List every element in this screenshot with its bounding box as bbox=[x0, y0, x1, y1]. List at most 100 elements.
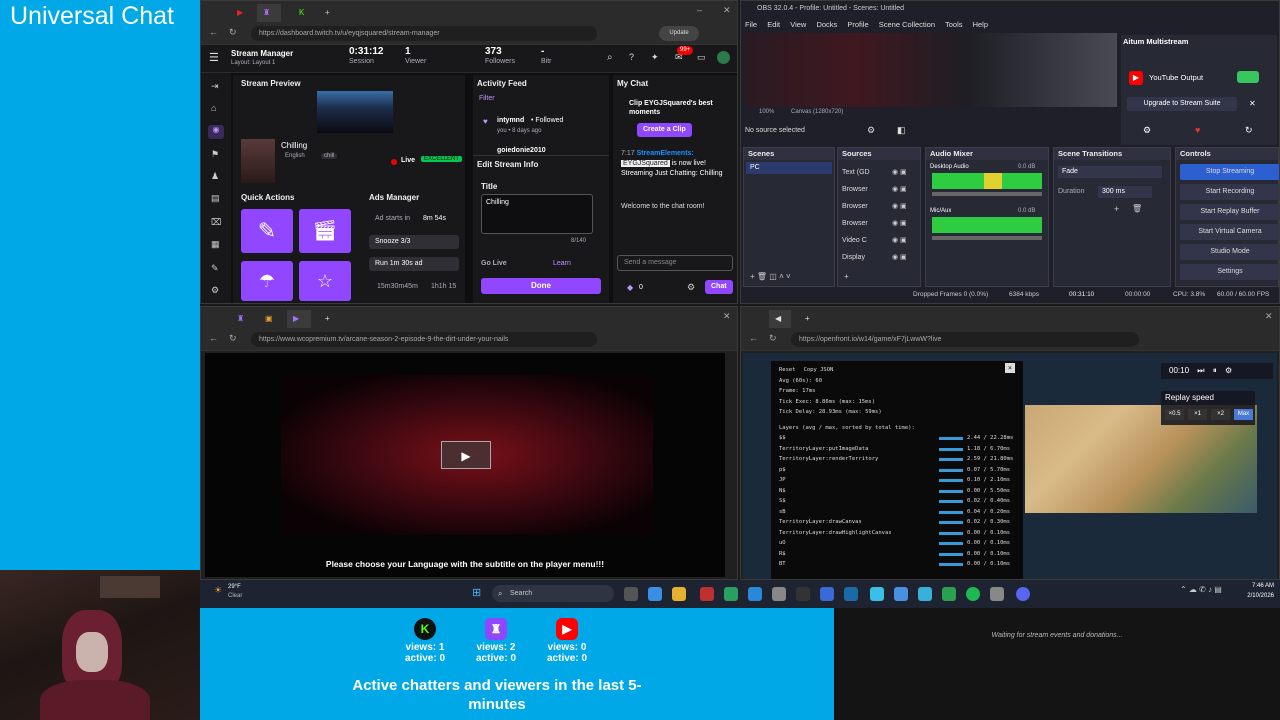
speed-1-button[interactable]: ×1 bbox=[1188, 409, 1207, 420]
studio-mode-button[interactable]: Studio Mode bbox=[1180, 244, 1279, 260]
youtube-tab[interactable]: ▶ bbox=[231, 4, 255, 22]
activity-filter-link[interactable]: Filter bbox=[479, 95, 495, 102]
start-recording-button[interactable]: Start Recording bbox=[1180, 184, 1279, 200]
eye-icon[interactable]: ◉ ▣ bbox=[892, 249, 907, 266]
new-tab-button[interactable]: + bbox=[319, 310, 333, 328]
youtube-output-toggle[interactable] bbox=[1237, 71, 1259, 83]
url-field[interactable]: https://openfront.io/w14/game/xF7jLwwW?l… bbox=[791, 332, 1139, 347]
kick-tab[interactable]: K bbox=[293, 4, 309, 22]
edit-info-action-button[interactable]: ✎ bbox=[241, 209, 293, 253]
twitch-tab[interactable]: ♜ bbox=[257, 4, 281, 22]
mic-aux-slider[interactable] bbox=[932, 236, 1042, 240]
layout-label[interactable]: Layout: Layout 1 bbox=[231, 60, 275, 66]
activity-item-user-2[interactable]: goiedonie2010 bbox=[497, 147, 546, 154]
system-tray-icons[interactable]: ⌃ ☁ ✆ ♪ ▤ bbox=[1180, 585, 1222, 594]
app-icon[interactable] bbox=[772, 587, 786, 601]
new-tab-button[interactable]: + bbox=[799, 310, 813, 328]
settings-icon[interactable]: ⚙ bbox=[211, 285, 219, 296]
search-icon[interactable]: ⌕ bbox=[607, 52, 613, 63]
app-icon[interactable] bbox=[894, 587, 908, 601]
menu-profile[interactable]: Profile bbox=[847, 20, 868, 29]
refresh-icon[interactable]: ↻ bbox=[769, 333, 777, 344]
refresh-icon[interactable]: ↻ bbox=[229, 333, 237, 344]
app-icon[interactable] bbox=[820, 587, 834, 601]
scene-down-icon[interactable]: ˅ bbox=[786, 272, 791, 281]
add-transition-icon[interactable]: + bbox=[1114, 204, 1119, 214]
activity-item-user[interactable]: intymnd bbox=[497, 117, 524, 124]
menu-tools[interactable]: Tools bbox=[945, 20, 963, 29]
duration-input[interactable]: 300 ms bbox=[1098, 186, 1152, 198]
file-explorer-icon[interactable] bbox=[672, 587, 686, 601]
video-player[interactable]: ▶ Please choose your Language with the s… bbox=[205, 353, 725, 577]
eye-icon[interactable]: ◉ ▣ bbox=[892, 181, 907, 198]
taskbar-search[interactable]: Search bbox=[492, 585, 614, 602]
twitch-tab[interactable]: ♜ bbox=[231, 310, 245, 328]
channel-points-icon[interactable]: ◆ bbox=[627, 283, 633, 292]
copilot-icon[interactable] bbox=[648, 587, 662, 601]
avatar[interactable] bbox=[717, 51, 730, 64]
overlay-close-icon[interactable]: × bbox=[1005, 363, 1015, 373]
obs-preview-canvas[interactable] bbox=[745, 33, 1117, 107]
stop-streaming-button[interactable]: Stop Streaming bbox=[1180, 164, 1279, 180]
weather-icon[interactable]: ☀ bbox=[214, 585, 222, 596]
eye-icon[interactable]: ◉ ▣ bbox=[892, 164, 907, 181]
obs-icon[interactable] bbox=[796, 587, 810, 601]
extensions-icon[interactable]: ✦ bbox=[651, 52, 659, 63]
multistream-close-icon[interactable]: ✕ bbox=[1249, 99, 1256, 108]
upgrade-stream-suite-button[interactable]: Upgrade to Stream Suite bbox=[1127, 97, 1237, 111]
scene-item[interactable]: PC bbox=[746, 162, 832, 174]
remove-scene-icon[interactable]: 🗑︎ bbox=[757, 272, 769, 281]
analytics-icon[interactable]: ▤ bbox=[211, 193, 220, 204]
stream-preview-video[interactable] bbox=[317, 91, 393, 133]
source-item[interactable]: Text (GD bbox=[842, 164, 870, 181]
menu-edit[interactable]: Edit bbox=[767, 20, 780, 29]
edge-icon[interactable] bbox=[748, 587, 762, 601]
back-icon[interactable]: ← bbox=[209, 27, 218, 37]
url-field[interactable]: https://dashboard.twitch.tv/u/eyqjsquare… bbox=[251, 26, 597, 41]
discord-icon[interactable] bbox=[1016, 587, 1030, 601]
app-icon[interactable] bbox=[918, 587, 932, 601]
menu-scene-collection[interactable]: Scene Collection bbox=[879, 20, 935, 29]
content-icon[interactable]: ⌧ bbox=[211, 217, 221, 228]
task-view-icon[interactable] bbox=[624, 587, 638, 601]
app-icon[interactable] bbox=[700, 587, 714, 601]
clock-date[interactable]: 2/10/2026 bbox=[1236, 593, 1274, 599]
source-item[interactable]: Display bbox=[842, 249, 870, 266]
multistream-heart-icon[interactable]: ♥ bbox=[1195, 125, 1200, 135]
raid-action-button[interactable]: ☂ bbox=[241, 261, 293, 301]
source-item[interactable]: Browser bbox=[842, 215, 870, 232]
clip-action-button[interactable]: 🎬︎ bbox=[299, 209, 351, 253]
menu-docks[interactable]: Docks bbox=[816, 20, 837, 29]
scene-filter-icon[interactable]: ◫ bbox=[769, 272, 779, 281]
tools-icon[interactable]: ✎ bbox=[211, 263, 219, 274]
back-icon[interactable]: ← bbox=[209, 333, 218, 343]
learn-link[interactable]: Learn bbox=[553, 260, 571, 267]
clock-time[interactable]: 7:46 AM bbox=[1242, 583, 1274, 589]
weco-tab[interactable]: ▣ bbox=[259, 310, 273, 328]
add-source-icon[interactable]: + bbox=[844, 272, 849, 281]
scene-up-icon[interactable]: ˄ bbox=[779, 272, 786, 281]
close-icon[interactable]: ✕ bbox=[723, 5, 731, 16]
source-item[interactable]: Browser bbox=[842, 181, 870, 198]
transition-select[interactable]: Fade bbox=[1058, 166, 1162, 178]
close-icon[interactable]: ✕ bbox=[723, 311, 731, 322]
reset-button[interactable]: Reset bbox=[779, 367, 796, 373]
copy-json-button[interactable]: Copy JSON bbox=[804, 367, 834, 373]
start-icon[interactable]: ⊞ bbox=[472, 586, 481, 599]
chat-msg-user[interactable]: StreamElements: bbox=[637, 150, 694, 157]
video-tab[interactable]: ▶ bbox=[287, 310, 311, 328]
monetization-icon[interactable]: ▦ bbox=[211, 239, 220, 250]
desktop-audio-slider[interactable] bbox=[932, 192, 1042, 196]
broadcast-icon[interactable]: ⚑ bbox=[211, 149, 219, 160]
done-button[interactable]: Done bbox=[481, 278, 601, 294]
remove-transition-icon[interactable]: 🗑︎ bbox=[1132, 204, 1142, 213]
refresh-icon[interactable]: ↻ bbox=[229, 27, 237, 38]
source-properties-icon[interactable]: ⚙ bbox=[867, 125, 875, 136]
snooze-ad-button[interactable]: Snooze 3/3 bbox=[369, 235, 459, 249]
start-virtual-camera-button[interactable]: Start Virtual Camera bbox=[1180, 224, 1279, 240]
settings-icon[interactable]: ⚙ bbox=[1225, 366, 1232, 375]
url-field[interactable]: https://www.wcopremium.tv/arcane-season-… bbox=[251, 332, 597, 347]
collapse-icon[interactable]: ⇥ bbox=[211, 81, 219, 92]
source-item[interactable]: Browser bbox=[842, 198, 870, 215]
chat-input[interactable]: Send a message bbox=[617, 255, 733, 271]
